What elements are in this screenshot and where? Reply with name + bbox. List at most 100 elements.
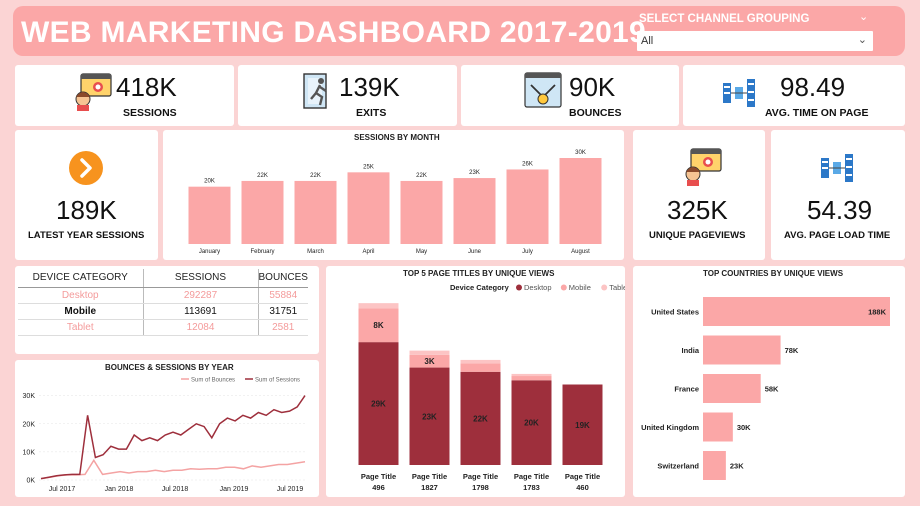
x-tick-label: Page Title <box>463 472 498 481</box>
dashboard-header: WEB MARKETING DASHBOARD 2017-2019 SELECT… <box>13 6 905 56</box>
arrow-circle-icon <box>69 151 103 185</box>
x-tick-label: January <box>199 249 220 255</box>
servers-icon <box>723 79 755 107</box>
bar-label: 3K <box>424 357 434 366</box>
bar-label: 30K <box>575 150 586 156</box>
bar-label: 58K <box>765 385 779 394</box>
bar-segment <box>409 350 450 355</box>
y-tick-label: India <box>681 346 699 355</box>
x-tick-label: June <box>468 249 482 255</box>
browser-user-icon <box>685 148 722 186</box>
x-tick-label: 1783 <box>523 483 540 492</box>
table-header-bounces: BOUNCES <box>258 269 308 288</box>
kpi-bounces-value: 90K <box>569 72 616 102</box>
kpi-bounces-card: 90K BOUNCES <box>461 65 679 126</box>
exit-door-icon <box>303 73 327 109</box>
y-tick-label: United Kingdom <box>641 423 699 432</box>
x-tick-label: Page Title <box>412 472 447 481</box>
kpi-sessions-value: 418K <box>116 72 177 102</box>
bar-label: 78K <box>785 346 799 355</box>
x-tick-label: 1827 <box>421 483 438 492</box>
kpi-sessions-label: SESSIONS <box>123 107 177 119</box>
bar <box>703 335 781 365</box>
x-tick-label: July <box>522 249 533 255</box>
kpi-avg-load-card: 54.39 AVG. PAGE LOAD TIME <box>771 130 905 260</box>
x-tick-label: March <box>307 249 324 255</box>
x-tick-label: February <box>250 249 274 255</box>
y-tick-label: 20K <box>23 421 36 428</box>
table-row[interactable]: Tablet 12084 2581 <box>18 319 308 336</box>
bar-label: 25K <box>363 164 374 170</box>
kpi-unique-pageviews-card: 325K UNIQUE PAGEVIEWS <box>633 130 765 260</box>
bar <box>294 180 337 244</box>
legend-marker <box>516 284 522 291</box>
bar-label: 22K <box>257 173 268 179</box>
bar-segment <box>460 359 501 364</box>
bar-label: 19K <box>575 421 590 430</box>
top-pages-card: TOP 5 PAGE TITLES BY UNIQUE VIEWS Device… <box>326 266 625 497</box>
bar-segment <box>511 376 552 381</box>
x-tick-label: Jan 2019 <box>220 486 249 493</box>
chevron-down-icon[interactable]: ⌄ <box>859 10 868 23</box>
legend-entry: Mobile <box>569 283 591 292</box>
legend-entry: Tablet <box>609 283 625 292</box>
top-countries-card: TOP COUNTRIES BY UNIQUE VIEWS United Sta… <box>633 266 905 497</box>
table-cell-bounces: 31751 <box>258 303 308 320</box>
kpi-exits-label: EXITS <box>356 107 387 119</box>
table-cell-sessions: 292287 <box>143 287 259 304</box>
y-tick-label: France <box>674 385 699 394</box>
servers-icon <box>821 154 853 182</box>
channel-select-label: SELECT CHANNEL GROUPING <box>639 13 810 25</box>
kpi-avg-time-card: 98.49 AVG. TIME ON PAGE <box>683 65 905 126</box>
table-row[interactable]: Desktop 292287 55884 <box>18 287 308 304</box>
legend-marker <box>560 284 567 291</box>
table-cell-sessions: 113691 <box>143 303 259 320</box>
bar-label: 29K <box>371 400 386 409</box>
bar-label: 188K <box>868 308 887 317</box>
x-tick-label: 460 <box>576 483 589 492</box>
legend-entry: Sum of Sessions <box>255 378 300 384</box>
kpi-avg-load-label: AVG. PAGE LOAD TIME <box>784 230 891 241</box>
bar <box>703 374 761 403</box>
kpi-sessions-card: 418K SESSIONS <box>15 65 234 126</box>
x-tick-label: 496 <box>372 483 385 492</box>
kpi-avg-time-label: AVG. TIME ON PAGE <box>765 107 869 119</box>
chevron-down-icon: ⌄ <box>857 34 867 46</box>
device-category-table: DEVICE CATEGORY SESSIONS BOUNCES Desktop… <box>18 269 308 336</box>
bar <box>703 297 890 326</box>
table-header-sessions: SESSIONS <box>143 269 259 288</box>
y-tick-label: 10K <box>23 449 36 456</box>
x-tick-label: August <box>571 249 590 255</box>
channel-grouping-select[interactable]: All ⌄ <box>637 31 873 51</box>
bar-label: 30K <box>737 423 751 432</box>
table-cell-category: Tablet <box>18 319 144 336</box>
table-cell-category: Desktop <box>18 287 144 304</box>
x-tick-label: 1798 <box>472 483 489 492</box>
x-tick-label: May <box>416 249 427 255</box>
sessions-by-month-chart: 20K January 22K February 22K March 25K April 22K… <box>188 150 602 255</box>
bar <box>506 169 549 244</box>
channel-select-value: All <box>641 35 654 47</box>
bar <box>559 158 602 244</box>
page-title: WEB MARKETING DASHBOARD 2017-2019 <box>21 16 647 49</box>
bar-label: 26K <box>522 161 533 167</box>
x-tick-label: Page Title <box>514 472 549 481</box>
y-tick-label: 30K <box>23 393 36 400</box>
bar-label: 20K <box>204 179 215 185</box>
legend-title: Device Category <box>450 283 510 292</box>
bar-segment <box>460 363 501 372</box>
legend-marker <box>601 284 608 291</box>
bar <box>400 180 443 244</box>
bar <box>347 172 390 244</box>
table-cell-sessions: 12084 <box>143 319 259 336</box>
bar-label: 22K <box>310 173 321 179</box>
kpi-avg-time-value: 98.49 <box>780 72 846 102</box>
x-tick-label: Jan 2018 <box>105 486 134 493</box>
bar <box>241 180 284 244</box>
bar <box>453 178 496 244</box>
table-row[interactable]: Mobile 113691 31751 <box>18 303 308 320</box>
x-tick-label: Jul 2019 <box>277 486 304 493</box>
bar <box>703 451 726 480</box>
bar-label: 23K <box>730 462 744 471</box>
table-header-device: DEVICE CATEGORY <box>18 269 144 288</box>
